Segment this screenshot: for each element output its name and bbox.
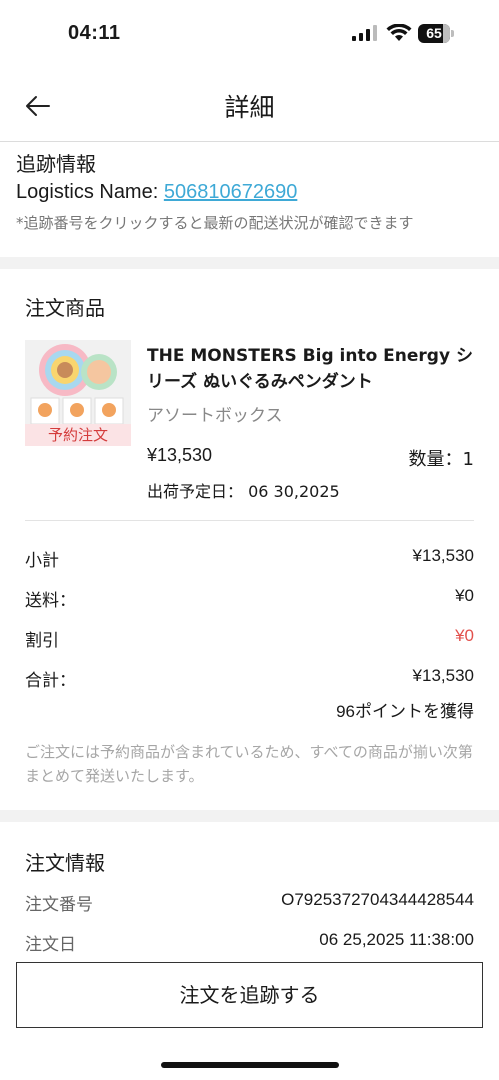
product-thumbnail-art [25,340,131,425]
points-earned: 96ポイントを獲得 [336,702,474,721]
subtotal-label: 小計 [25,551,59,571]
wifi-icon [386,24,412,41]
product-price: ¥13,530 [147,445,213,465]
tracking-note: *追跡番号をクリックすると最新の配送状況が確認できます [16,214,414,232]
section-divider [0,810,499,822]
status-bar: 04:11 65 [0,0,499,70]
total-value: ¥13,530 [412,666,474,685]
total-label: 合計： [25,671,76,691]
home-indicator[interactable] [161,1062,339,1068]
shipping-value: ¥0 [455,586,474,605]
section-divider [0,257,499,269]
order-items-title: 注文商品 [25,296,105,320]
product-name[interactable]: THE MONSTERS Big into Energy シリーズ ぬいぐるみペ… [147,343,477,395]
discount-value: ¥0 [455,626,474,645]
battery-icon: 65 [418,24,454,43]
product-image[interactable]: 予約注文 [25,340,131,446]
battery-level: 65 [426,25,442,41]
subtotal-value: ¥13,530 [412,546,474,565]
order-number-label: 注文番号 [25,895,93,915]
page-title: 詳細 [224,93,275,122]
logistics-label: Logistics Name: [16,181,164,203]
shipping-label: 送料： [25,591,76,611]
product-variant: アソートボックス [147,406,283,426]
logistics-row: Logistics Name: 506810672690 [16,178,486,206]
tracking-title: 追跡情報 [16,152,96,176]
preorder-notice: ご注文には予約商品が含まれているため、すべての商品が揃い次第まとめて発送いたしま… [25,743,473,785]
order-info-title: 注文情報 [25,851,105,875]
discount-label: 割引 [25,631,59,651]
order-date-value: 06 25,2025 11:38:00 [319,930,474,949]
tracking-number-link[interactable]: 506810672690 [164,181,297,203]
ship-date: 出荷予定日： 06 30,2025 [147,482,340,501]
track-order-button[interactable]: 注文を追跡する [16,962,483,1028]
order-date-label: 注文日 [25,935,76,955]
divider [25,520,474,521]
product-quantity: 数量：1 [408,449,474,470]
order-number-value: O792537270434442854​4 [281,890,474,909]
nav-bar: 詳細 [0,70,499,142]
tracking-section: 追跡情報 Logistics Name: 506810672690 *追跡番号を… [16,150,486,234]
cellular-signal-icon [352,25,377,41]
status-time: 04:11 [68,22,121,44]
preorder-tag: 予約注文 [25,424,131,446]
